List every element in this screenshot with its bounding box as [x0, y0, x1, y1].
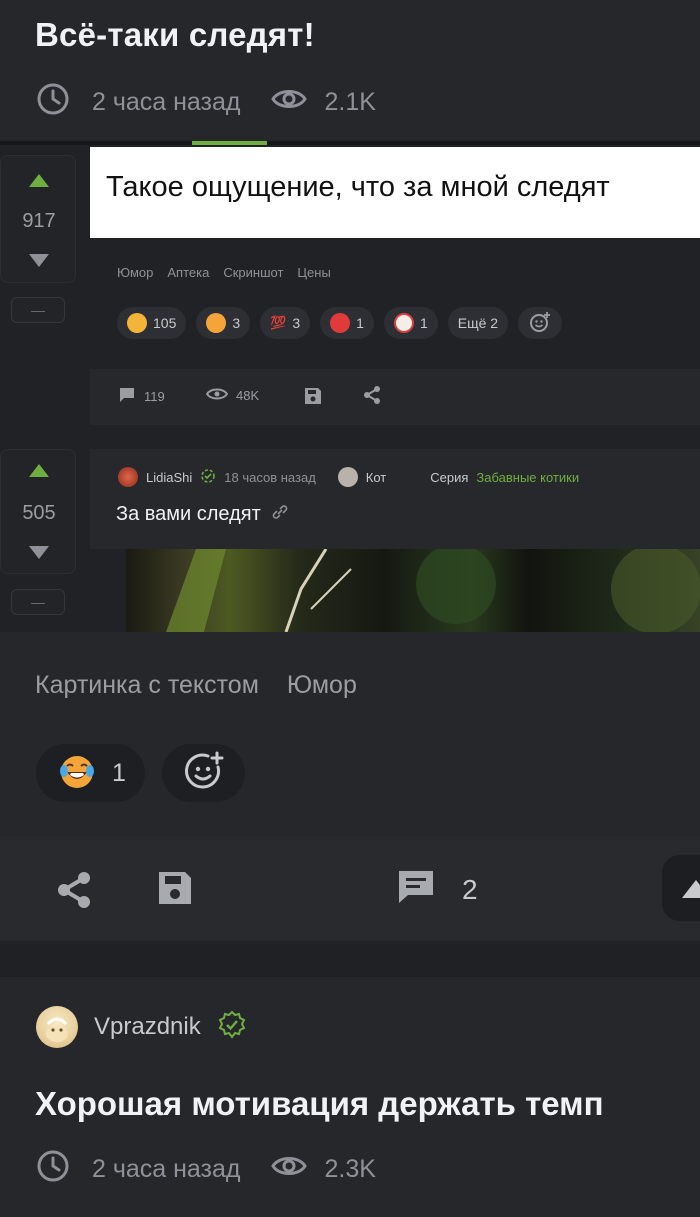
- embedded-more-reactions: Ещё 2: [447, 307, 509, 339]
- community-avatar: [337, 467, 358, 487]
- eye-icon: [205, 387, 229, 404]
- link-icon: [271, 505, 289, 524]
- embedded-add-reaction: [518, 307, 563, 339]
- save-button[interactable]: [157, 870, 193, 911]
- post-views: 2.3K: [324, 1155, 376, 1183]
- post-footer: 2: [0, 836, 700, 941]
- upvote-icon: [682, 880, 700, 898]
- tag-link[interactable]: Юмор: [287, 671, 357, 700]
- comment-icon: [396, 868, 436, 911]
- post-image[interactable]: 917 — Такое ощущение, что за мной следят…: [0, 141, 700, 632]
- embedded-tags: Юмор Аптека Скриншот Цены: [117, 265, 331, 280]
- floppy-disk-icon: [157, 872, 193, 910]
- embedded-tag: Юмор: [117, 265, 154, 280]
- embedded-minus-button: —: [11, 589, 65, 615]
- vote-up-button[interactable]: [662, 855, 700, 921]
- post-time: 2 часа назад: [92, 1155, 241, 1183]
- embedded-tag: Аптека: [167, 265, 210, 280]
- add-reaction-button[interactable]: [162, 744, 245, 802]
- image-top-border: [0, 141, 700, 145]
- share-button[interactable]: [55, 870, 93, 915]
- reaction-count: 1: [112, 758, 126, 787]
- embedded-reaction-chip: 105: [117, 307, 187, 339]
- embedded-author: LidiaShi: [146, 469, 193, 485]
- embedded-stats-bar: 119 48K: [90, 369, 700, 425]
- embedded-image-text: Такое ощущение, что за мной следят: [90, 147, 700, 238]
- embedded-time: 18 часов назад: [224, 469, 316, 485]
- comments-count: 2: [462, 873, 478, 905]
- reaction-chip[interactable]: 1: [36, 744, 145, 802]
- upvote-icon: [29, 174, 49, 187]
- embedded-tag: Скриншот: [223, 265, 284, 280]
- clock-icon: [36, 82, 70, 123]
- embedded-reactions: 105 3 💯 3 1 1 Ещё 2: [117, 307, 563, 339]
- post-meta: 2 часа назад 2.1K: [36, 82, 376, 123]
- image-accent-bar: [192, 141, 267, 145]
- post-time: 2 часа назад: [92, 88, 241, 116]
- post-title[interactable]: Всё-таки следят!: [35, 16, 315, 54]
- verified-badge-icon: [217, 1010, 247, 1045]
- add-emoji-icon: [183, 750, 225, 797]
- eye-icon: [270, 1153, 307, 1186]
- embedded-reaction-chip: 1: [320, 307, 374, 339]
- laugh-tears-emoji-icon: [127, 313, 147, 333]
- embedded-reaction-chip: 3: [196, 307, 251, 339]
- tag-link[interactable]: Картинка с текстом: [35, 671, 259, 700]
- avatar[interactable]: [36, 1006, 78, 1048]
- grin-emoji-icon: [206, 313, 227, 333]
- angry-emoji-icon: [330, 313, 351, 333]
- embedded-post-header: LidiaShi 18 часов назад Кот Серия Забавн…: [90, 449, 700, 549]
- comments-button[interactable]: 2: [396, 868, 478, 911]
- hundred-emoji-icon: 💯: [270, 315, 287, 330]
- downvote-icon: [29, 546, 49, 559]
- avatar: [118, 467, 138, 487]
- add-emoji-icon: [529, 311, 551, 336]
- verified-badge-icon: [200, 468, 216, 487]
- comment-icon: [118, 387, 136, 406]
- downvote-icon: [29, 254, 49, 267]
- tag-list: Картинка с текстом Юмор: [35, 671, 357, 700]
- embedded-reaction-chip: 💯 3: [260, 307, 311, 339]
- embedded-reaction-chip: 1: [383, 307, 438, 339]
- embedded-community: Кот: [365, 469, 387, 485]
- eye-icon: [270, 86, 307, 119]
- share-icon: [362, 385, 382, 410]
- embedded-rating: 917: [22, 210, 56, 232]
- post-meta: 2 часа назад 2.3K: [36, 1149, 376, 1190]
- upvote-icon: [29, 464, 49, 477]
- series-name: Забавные котики: [476, 469, 580, 485]
- embedded-views: 48K: [205, 387, 259, 404]
- post-title[interactable]: Хорошая мотивация держать темп: [35, 1085, 604, 1123]
- post-separator: [0, 941, 700, 977]
- share-icon: [55, 872, 93, 914]
- embedded-vote-panel: 917: [0, 155, 76, 283]
- embedded-vote-panel: 505: [0, 449, 76, 574]
- author-name[interactable]: Vprazdnik: [94, 1013, 201, 1041]
- author-row: Vprazdnik: [36, 1006, 247, 1048]
- embedded-minus-button: —: [11, 297, 65, 323]
- floppy-disk-icon: [304, 387, 322, 410]
- embedded-title: За вами следят: [116, 503, 261, 525]
- clock-icon: [36, 1149, 70, 1190]
- clown-emoji-icon: [393, 313, 414, 333]
- embedded-photo: [126, 549, 700, 632]
- series-label: Серия: [430, 469, 469, 485]
- laugh-tears-emoji-icon: [58, 752, 96, 795]
- embedded-rating: 505: [22, 502, 56, 524]
- embedded-title-row: За вами следят: [116, 503, 289, 526]
- embedded-tag: Цены: [297, 265, 331, 280]
- embedded-author-row: LidiaShi 18 часов назад Кот Серия Забавн…: [118, 467, 579, 487]
- embedded-comments: 119: [118, 387, 165, 406]
- post-views: 2.1K: [324, 88, 376, 116]
